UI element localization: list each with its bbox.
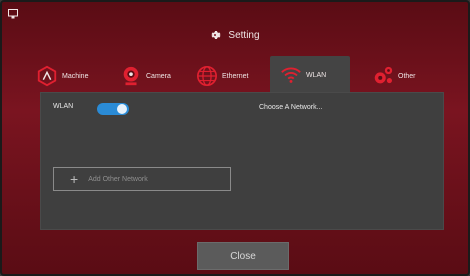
add-network-label: Add Other Network — [88, 175, 148, 183]
gears-icon — [374, 66, 393, 84]
tab-bar: Machine Camera Ethernet WLAN Other — [26, 54, 444, 94]
tab-label-camera: Camera — [146, 72, 171, 80]
close-button[interactable]: Close — [197, 242, 289, 270]
globe-icon — [197, 66, 217, 86]
tab-label-other: Other — [398, 72, 416, 80]
toggle-knob — [117, 104, 127, 114]
choose-network-link[interactable]: Choose A Network... — [259, 104, 322, 111]
tab-other[interactable]: Other — [362, 58, 436, 94]
tab-machine[interactable]: Machine — [26, 58, 110, 94]
tab-label-ethernet: Ethernet — [222, 72, 249, 80]
monitor-icon — [8, 9, 18, 19]
gear-icon — [211, 31, 221, 39]
wifi-icon — [281, 67, 301, 83]
wlan-toggle[interactable] — [97, 103, 129, 115]
tab-ethernet[interactable]: Ethernet — [186, 58, 266, 94]
page-title: Setting — [228, 29, 260, 41]
camera-icon — [123, 66, 139, 86]
wlan-label: WLAN — [53, 103, 74, 110]
plus-icon: + — [70, 171, 79, 187]
tab-label-wlan: WLAN — [306, 71, 327, 79]
wlan-panel: WLAN Choose A Network... + Add Other Net… — [40, 92, 444, 230]
add-other-network-button[interactable]: + Add Other Network — [53, 167, 231, 191]
tab-wlan[interactable]: WLAN — [270, 56, 350, 94]
machine-icon — [37, 65, 57, 87]
tab-camera[interactable]: Camera — [110, 58, 186, 94]
settings-window: Setting Machine Camera Ethernet WLAN Oth… — [0, 0, 470, 276]
tab-label-machine: Machine — [62, 72, 89, 80]
title-bar: Setting — [2, 24, 468, 46]
